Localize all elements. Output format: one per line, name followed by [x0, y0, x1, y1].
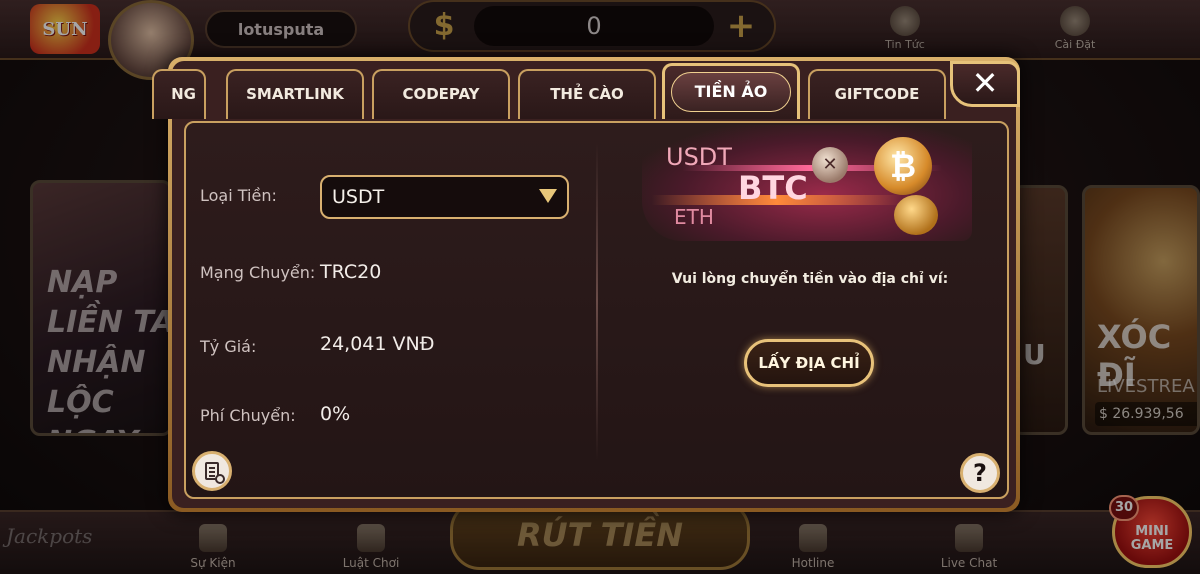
- close-button[interactable]: ✕: [950, 61, 1020, 107]
- app-screen: SUN lotusputa $ 0 + Tin Tức Cài Đặt NẠP …: [0, 0, 1200, 574]
- clock-icon: [215, 474, 225, 484]
- banner-eth-text: ETH: [674, 205, 714, 229]
- modal-body: NG SMARTLINK CODEPAY THẺ CÀO TIỀN ẢO GIF…: [152, 61, 1020, 508]
- rate-value: 24,041 VNĐ: [320, 333, 435, 355]
- currency-select-value: USDT: [332, 186, 385, 208]
- network-label: Mạng Chuyển:: [200, 263, 316, 282]
- banner-btc-text: BTC: [738, 169, 808, 207]
- deposit-modal: NG SMARTLINK CODEPAY THẺ CÀO TIỀN ẢO GIF…: [152, 57, 1020, 512]
- tab-giftcode[interactable]: GIFTCODE: [808, 69, 946, 119]
- crypto-banner: USDT BTC ETH ✕ ₿: [642, 125, 972, 241]
- fee-label: Phí Chuyển:: [200, 406, 296, 425]
- currency-select[interactable]: USDT: [320, 175, 569, 219]
- help-button[interactable]: ?: [960, 453, 1000, 493]
- tab-tien-ao-label: TIỀN ẢO: [671, 72, 791, 112]
- banner-usdt-text: USDT: [666, 143, 732, 171]
- currency-label: Loại Tiền:: [200, 186, 277, 205]
- tab-codepay[interactable]: CODEPAY: [372, 69, 510, 119]
- tab-smartlink[interactable]: SMARTLINK: [226, 69, 364, 119]
- tab-tien-ao[interactable]: TIỀN ẢO: [662, 63, 800, 119]
- history-button[interactable]: [192, 451, 232, 491]
- tab-the-cao[interactable]: THẺ CÀO: [518, 69, 656, 119]
- ripple-coin-icon: ✕: [812, 147, 848, 183]
- fee-value: 0%: [320, 403, 351, 425]
- rate-label: Tỷ Giá:: [200, 337, 257, 356]
- panel-divider: [596, 141, 598, 461]
- gold-coin-icon: [894, 195, 938, 235]
- transfer-instruction: Vui lòng chuyển tiền vào địa chỉ ví:: [671, 271, 949, 287]
- get-address-button[interactable]: LẤY ĐỊA CHỈ: [744, 339, 874, 387]
- dropdown-arrow-icon: [539, 189, 557, 203]
- bitcoin-coin-icon: ₿: [874, 137, 932, 195]
- network-value: TRC20: [320, 261, 382, 283]
- tab-partial[interactable]: NG: [152, 69, 206, 119]
